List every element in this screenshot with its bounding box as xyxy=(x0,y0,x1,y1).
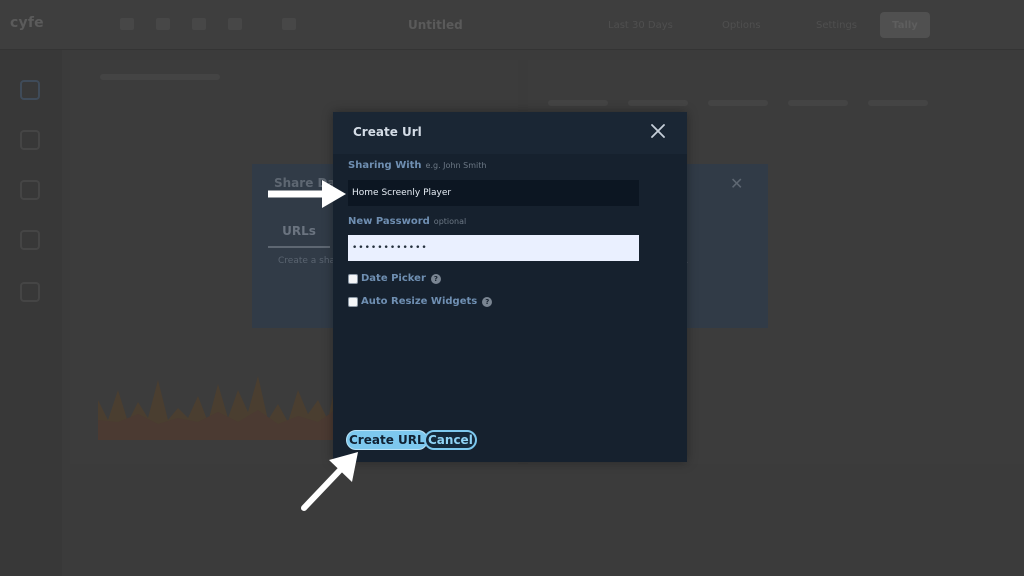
password-input[interactable] xyxy=(348,235,639,261)
dialog-header: Create Url xyxy=(333,112,687,154)
sidebar-icon xyxy=(20,282,40,302)
help-icon[interactable]: ? xyxy=(482,296,493,307)
sidebar-icon xyxy=(20,180,40,200)
sidebar-icon xyxy=(20,230,40,250)
cancel-button[interactable]: Cancel xyxy=(424,430,477,450)
date-picker-checkbox[interactable] xyxy=(348,273,358,284)
auto-resize-option[interactable]: Auto Resize Widgets ? xyxy=(348,296,493,307)
dashboard-title: Untitled xyxy=(408,18,463,32)
sidebar xyxy=(0,50,62,576)
legend-item xyxy=(788,100,848,106)
legend-item xyxy=(868,100,928,106)
close-icon: ✕ xyxy=(730,174,744,193)
password-label: New Password optional xyxy=(348,216,466,227)
password-label-text: New Password xyxy=(348,216,430,227)
sidebar-icon xyxy=(20,80,40,100)
toolbar-icon xyxy=(192,18,206,30)
widget-title-bar xyxy=(100,74,220,80)
sharing-with-input[interactable] xyxy=(348,180,639,206)
topbar-button: Tally xyxy=(880,12,930,38)
toolbar-icon xyxy=(228,18,242,30)
create-url-button[interactable]: Create URL xyxy=(346,430,428,450)
tab-urls: URLs xyxy=(268,220,330,248)
sharing-with-hint: e.g. John Smith xyxy=(425,161,487,170)
auto-resize-label: Auto Resize Widgets xyxy=(361,296,478,307)
topbar-link: Options xyxy=(722,20,761,31)
help-icon[interactable]: ? xyxy=(430,273,441,284)
date-picker-label: Date Picker xyxy=(361,273,426,284)
app-logo: cyfe xyxy=(10,15,44,31)
toolbar-icon xyxy=(120,18,134,30)
share-description: Create a sha xyxy=(278,256,336,266)
toolbar-icon xyxy=(156,18,170,30)
sidebar-icon xyxy=(20,130,40,150)
date-picker-option[interactable]: Date Picker ? xyxy=(348,273,441,284)
area-chart-bg xyxy=(98,370,360,440)
legend-item xyxy=(628,100,688,106)
legend-item xyxy=(708,100,768,106)
topbar-link: Settings xyxy=(816,20,858,31)
dialog-title: Create Url xyxy=(353,125,422,139)
auto-resize-checkbox[interactable] xyxy=(348,296,358,307)
close-icon[interactable] xyxy=(649,122,667,140)
create-url-dialog: Create Url Sharing Withe.g. John Smith N… xyxy=(333,112,687,462)
toolbar-icon xyxy=(282,18,296,30)
legend-item xyxy=(548,100,608,106)
date-range: Last 30 Days xyxy=(608,20,673,31)
password-hint: optional xyxy=(433,217,467,226)
top-bar: cyfe Untitled Last 30 Days Options Setti… xyxy=(0,0,1024,50)
sharing-with-label-text: Sharing With xyxy=(348,160,422,171)
sharing-with-label: Sharing With e.g. John Smith xyxy=(348,160,486,171)
